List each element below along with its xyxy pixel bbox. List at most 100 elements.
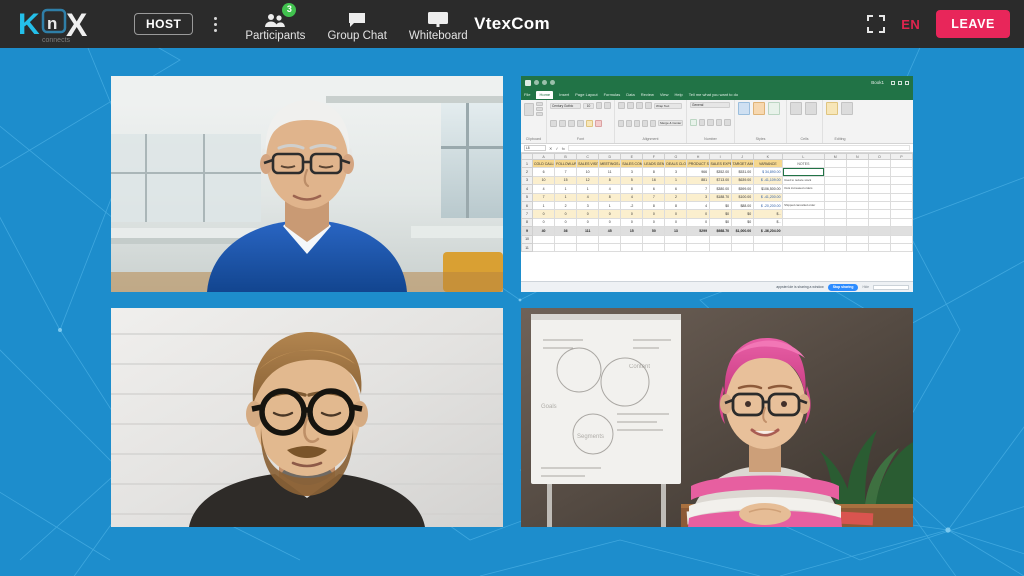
align-bottom-icon[interactable] bbox=[636, 102, 643, 109]
fill-color-icon[interactable] bbox=[586, 119, 593, 127]
bold-icon[interactable] bbox=[550, 119, 557, 127]
header-meetings-arranged[interactable]: MEETINGS ARRANGED bbox=[598, 158, 622, 169]
underline-icon[interactable] bbox=[568, 119, 575, 127]
align-center-icon[interactable] bbox=[626, 119, 633, 127]
ribbon-tab-file[interactable]: File bbox=[524, 92, 530, 97]
window-controls[interactable] bbox=[891, 80, 909, 85]
ribbon-tab-formulas[interactable]: Formulas bbox=[604, 92, 621, 97]
stop-sharing-button[interactable]: Stop sharing bbox=[827, 283, 859, 291]
participants-button[interactable]: 3 Participants bbox=[245, 2, 305, 43]
cancel-icon[interactable]: ✕ bbox=[549, 146, 552, 151]
decrease-decimal-icon[interactable] bbox=[724, 119, 731, 126]
ribbon-tell-me[interactable]: Tell me what you want to do bbox=[689, 92, 738, 97]
empty-row[interactable]: 10 bbox=[521, 234, 913, 244]
ribbon-tab-review[interactable]: Review bbox=[641, 92, 654, 97]
decrease-font-icon[interactable] bbox=[604, 102, 611, 109]
table-row[interactable]: 8 0 0 0 0 0 0 0 0 $0 $0 $ - bbox=[521, 217, 913, 228]
insert-cells-icon[interactable] bbox=[790, 102, 802, 115]
ribbon-group-styles[interactable]: Styles bbox=[735, 100, 787, 143]
save-icon[interactable] bbox=[525, 79, 531, 86]
header-sales-complete[interactable]: SALES COMPLETE bbox=[620, 158, 644, 169]
whiteboard-button[interactable]: Whiteboard bbox=[409, 6, 468, 43]
close-icon[interactable] bbox=[905, 80, 909, 85]
sort-filter-icon[interactable] bbox=[841, 102, 853, 115]
font-size-box[interactable]: 10 bbox=[582, 102, 594, 109]
align-left-icon[interactable] bbox=[618, 119, 625, 127]
video-tile-participant-1[interactable] bbox=[111, 76, 503, 292]
header-leads-generated[interactable]: LEADS GENERATED bbox=[642, 158, 666, 169]
orientation-icon[interactable] bbox=[645, 102, 652, 109]
ribbon-group-cells[interactable]: Cells bbox=[787, 100, 823, 143]
table-row[interactable]: 4 4 1 1 4 8 6 6 7 $380.00 $599.00 $106,5… bbox=[521, 184, 913, 194]
paste-icon[interactable] bbox=[524, 102, 534, 116]
percent-icon[interactable] bbox=[698, 119, 706, 126]
ribbon-group-clipboard[interactable]: Clipboard bbox=[521, 100, 547, 143]
header-variance[interactable]: VARIANCE bbox=[752, 158, 784, 169]
name-box[interactable]: L8 bbox=[524, 145, 546, 151]
excel-sheet-area[interactable]: A B C D E F G H I J K L M N O P 1 COLD C… bbox=[521, 153, 913, 284]
wrap-text-button[interactable]: Wrap Text bbox=[654, 102, 682, 109]
share-bar-field[interactable] bbox=[873, 284, 909, 290]
brand-logo[interactable]: K n X connects bbox=[4, 0, 116, 48]
ribbon-group-font[interactable]: Century Gothic 10 Font bbox=[547, 100, 615, 143]
align-top-icon[interactable] bbox=[618, 102, 625, 109]
align-right-icon[interactable] bbox=[634, 119, 641, 127]
language-selector[interactable]: EN bbox=[901, 17, 920, 32]
merge-center-button[interactable]: Merge & Center bbox=[658, 120, 683, 126]
indent-decrease-icon[interactable] bbox=[642, 119, 649, 127]
kebab-menu-icon[interactable] bbox=[207, 16, 223, 32]
maximize-icon[interactable] bbox=[898, 80, 902, 85]
table-row[interactable]: 3 10 15 12 8 5 16 1 881 $713.00 $639.00 … bbox=[521, 175, 913, 186]
delete-cells-icon[interactable] bbox=[805, 102, 817, 115]
fullscreen-icon[interactable] bbox=[867, 15, 886, 33]
autosum-icon[interactable] bbox=[826, 102, 838, 115]
increase-font-icon[interactable] bbox=[595, 102, 603, 109]
table-total-row[interactable]: 9 40 36 111 45 15 50 13 5299 $988.70 $1,… bbox=[521, 226, 913, 236]
empty-row[interactable]: 11 bbox=[521, 242, 913, 253]
ribbon-group-alignment[interactable]: Wrap Text Merge & Center Alignment bbox=[615, 100, 687, 143]
header-sales-visit[interactable]: SALES VISIT bbox=[576, 158, 600, 169]
header-followup-calls[interactable]: FOLLOW-UP CALLS bbox=[554, 158, 578, 169]
format-painter-icon[interactable] bbox=[536, 112, 543, 116]
formula-input[interactable] bbox=[567, 145, 910, 151]
video-tile-participant-2[interactable] bbox=[111, 308, 503, 527]
table-row[interactable]: 5 7 1 4 8 4 7 2 3 $188.70 $100.00 $ -41,… bbox=[521, 192, 913, 202]
header-target-amount[interactable]: TARGET AMOUNT bbox=[730, 158, 754, 169]
header-cold-calls[interactable]: COLD CALLS MADE bbox=[532, 158, 556, 169]
leave-button[interactable]: LEAVE bbox=[936, 10, 1010, 38]
spreadsheet-table[interactable]: A B C D E F G H I J K L M N O P 1 COLD C… bbox=[521, 153, 913, 253]
format-as-table-icon[interactable] bbox=[753, 102, 765, 115]
font-name-box[interactable]: Century Gothic bbox=[550, 102, 581, 109]
header-deals-closed[interactable]: DEALS CLOSED bbox=[664, 158, 688, 169]
header-sales-expense[interactable]: SALES EXPENSE bbox=[708, 158, 732, 169]
ribbon-group-number[interactable]: General Number bbox=[687, 100, 735, 143]
header-notes[interactable]: NOTES bbox=[782, 158, 825, 169]
cell-styles-icon[interactable] bbox=[768, 102, 780, 115]
align-middle-icon[interactable] bbox=[627, 102, 634, 109]
excel-ribbon-tabs[interactable]: File Home Insert Page Layout Formulas Da… bbox=[521, 89, 913, 100]
ribbon-tab-home[interactable]: Home bbox=[536, 90, 554, 99]
increase-decimal-icon[interactable] bbox=[715, 119, 723, 126]
undo-icon[interactable] bbox=[534, 80, 539, 85]
comma-icon[interactable] bbox=[707, 119, 714, 126]
table-row[interactable]: 2 6 7 10 11 3 8 3 966 $352.00 $531.00 $ … bbox=[521, 167, 913, 177]
customize-qat-icon[interactable] bbox=[550, 80, 555, 85]
header-product-sold[interactable]: PRODUCT SOLD bbox=[686, 158, 710, 169]
video-tile-participant-3[interactable]: Goals Content Segments bbox=[521, 308, 913, 527]
table-row[interactable]: 6 1 2 3 1 -2 8 8 4 $0 $88.00 $ -20,200.0… bbox=[521, 200, 913, 211]
enter-icon[interactable]: ✓ bbox=[555, 146, 558, 151]
excel-formula-bar-row[interactable]: L8 ✕ ✓ fx bbox=[521, 144, 913, 153]
ribbon-tab-view[interactable]: View bbox=[660, 92, 669, 97]
ribbon-tab-data[interactable]: Data bbox=[626, 92, 634, 97]
italic-icon[interactable] bbox=[559, 119, 566, 127]
redo-icon[interactable] bbox=[542, 80, 547, 85]
hide-share-bar-button[interactable]: Hide bbox=[862, 285, 869, 289]
minimize-icon[interactable] bbox=[891, 80, 895, 85]
conditional-formatting-icon[interactable] bbox=[738, 102, 750, 115]
excel-ribbon[interactable]: Clipboard Century Gothic 10 Font Wrap Te… bbox=[521, 100, 913, 144]
ribbon-tab-insert[interactable]: Insert bbox=[559, 92, 569, 97]
cut-icon[interactable] bbox=[536, 102, 543, 106]
table-row[interactable]: 7 0 0 0 0 0 0 0 0 $0 $0 $ - bbox=[521, 209, 913, 219]
video-tile-screenshare[interactable]: Book1 File Home Insert Page Layout Formu… bbox=[521, 76, 913, 292]
borders-icon[interactable] bbox=[577, 119, 584, 127]
